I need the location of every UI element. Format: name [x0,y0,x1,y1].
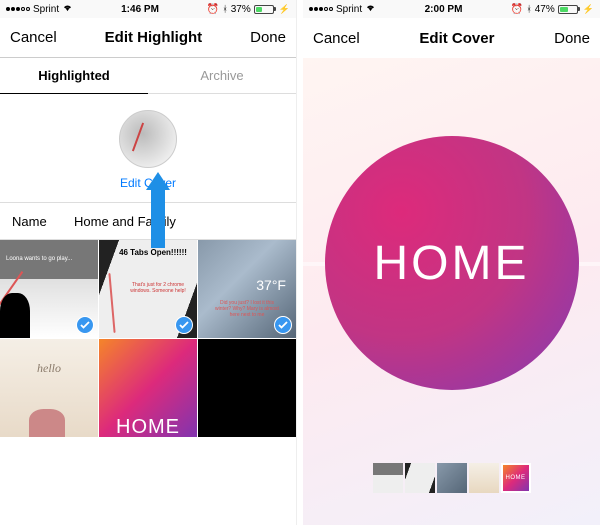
selected-check-icon [175,316,193,334]
carrier-label: Sprint [33,4,59,15]
cancel-button[interactable]: Cancel [313,30,360,47]
cover-thumb[interactable] [373,463,403,493]
name-label: Name [12,214,74,229]
wifi-icon [62,4,73,15]
story-tile[interactable]: hello [0,339,98,437]
stories-grid: Loona wants to go play... 46 Tabs Open!!… [0,240,296,437]
phone-edit-highlight: Sprint 1:46 PM ⏰ ᚼ 37% ⚡ Cancel Edit Hig… [0,0,297,525]
cover-crop-circle[interactable]: HOME [325,136,579,390]
selected-check-icon [274,316,292,334]
cover-thumb[interactable] [469,463,499,493]
battery-pct: 37% [231,4,251,15]
nav-title: Edit Highlight [105,29,202,46]
status-bar: Sprint 1:46 PM ⏰ ᚼ 37% ⚡ [0,0,296,18]
status-time: 2:00 PM [425,4,463,15]
tab-archive[interactable]: Archive [148,58,296,94]
nav-title: Edit Cover [419,30,494,47]
story-caption: 46 Tabs Open!!!!!! [119,248,187,257]
done-button[interactable]: Done [250,29,286,46]
battery-pct: 47% [535,4,555,15]
bluetooth-icon: ᚼ [222,4,227,14]
edit-cover-link[interactable]: Edit Cover [120,176,176,190]
status-time: 1:46 PM [121,4,159,15]
cover-thumb[interactable] [437,463,467,493]
story-tile[interactable] [198,339,296,437]
name-row: Name [0,202,296,240]
signal-dots-icon [6,7,30,11]
cover-text: HOME [374,236,530,291]
highlight-name-input[interactable] [74,214,284,229]
story-caption: Did you just? I lost it this winter? Why… [212,300,282,318]
cover-thumbnail-row: HOME [373,463,531,493]
story-temp: 37°F [256,277,286,293]
cancel-button[interactable]: Cancel [10,29,57,46]
bluetooth-icon: ᚼ [526,4,531,14]
cover-thumbnail[interactable] [119,110,177,168]
carrier-label: Sprint [336,4,362,15]
story-tile[interactable]: 37°F Did you just? I lost it this winter… [198,240,296,338]
story-caption: HOME [116,416,180,437]
charging-icon: ⚡ [583,4,594,15]
cover-thumb-selected[interactable]: HOME [501,463,531,493]
charging-icon: ⚡ [279,4,290,15]
done-button[interactable]: Done [554,30,590,47]
story-tile[interactable]: 46 Tabs Open!!!!!! That's just for 2 chr… [99,240,197,338]
cover-crop-area[interactable]: HOME HOME [303,58,600,525]
alarm-icon: ⏰ [207,4,219,15]
alarm-icon: ⏰ [511,4,523,15]
battery-icon [254,5,276,14]
story-tile[interactable]: HOME [99,339,197,437]
status-bar: Sprint 2:00 PM ⏰ ᚼ 47% ⚡ [303,0,600,18]
cover-section: Edit Cover [0,94,296,202]
cover-thumb[interactable] [405,463,435,493]
wifi-icon [365,4,376,15]
selected-check-icon [76,316,94,334]
nav-bar: Cancel Edit Highlight Done [0,18,296,58]
story-tile[interactable]: Loona wants to go play... [0,240,98,338]
story-caption: hello [0,361,98,376]
phone-edit-cover: Sprint 2:00 PM ⏰ ᚼ 47% ⚡ Cancel Edit Cov… [303,0,600,525]
tab-highlighted[interactable]: Highlighted [0,58,148,94]
battery-icon [558,5,580,14]
nav-bar: Cancel Edit Cover Done [303,18,600,58]
story-subcaption: That's just for 2 chrome windows. Someon… [129,282,187,294]
story-caption: Loona wants to go play... [6,256,72,262]
signal-dots-icon [309,7,333,11]
tabs: Highlighted Archive [0,58,296,94]
